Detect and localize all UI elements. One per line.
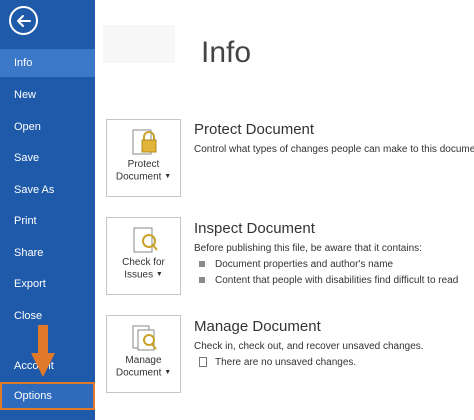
manage-document-icon xyxy=(132,325,157,351)
sidebar-item-export[interactable]: Export xyxy=(0,270,95,298)
dropdown-caret-icon: ▼ xyxy=(164,173,172,180)
document-icon xyxy=(199,357,207,368)
bullet-square-icon xyxy=(199,277,205,284)
dropdown-caret-icon: ▼ xyxy=(164,369,172,376)
inspect-bullet-1: Document properties and author's name xyxy=(199,259,393,270)
sidebar-item-new[interactable]: New xyxy=(0,81,95,109)
dropdown-caret-icon: ▼ xyxy=(155,271,163,278)
inspect-tile-line1: Check for xyxy=(122,257,165,268)
page-title: Info xyxy=(201,36,252,69)
sidebar-item-print[interactable]: Print xyxy=(0,207,95,235)
inspect-document-icon xyxy=(133,227,158,253)
inspect-tile-line2: Issues ▼ xyxy=(124,269,163,281)
lock-document-icon xyxy=(132,129,156,155)
bullet-square-icon xyxy=(199,261,205,268)
sidebar-item-options[interactable]: Options xyxy=(0,382,95,410)
protect-tile-line1: Protect xyxy=(127,159,160,170)
backstage-sidebar: Info New Open Save Save As Print Share E… xyxy=(0,0,95,420)
down-arrow-pointer-icon xyxy=(31,325,55,377)
sidebar-item-save-as[interactable]: Save As xyxy=(0,176,95,204)
ghost-placeholder xyxy=(103,25,175,63)
protect-section-desc: Control what types of changes people can… xyxy=(194,144,474,155)
sidebar-item-share[interactable]: Share xyxy=(0,239,95,267)
info-panel: Info Protect Document ▼ Protect Document… xyxy=(95,0,474,420)
sidebar-item-info[interactable]: Info xyxy=(0,49,95,77)
manage-document-button[interactable]: Manage Document ▼ xyxy=(106,315,181,393)
manage-tile-line1: Manage xyxy=(125,355,162,366)
manage-section-title: Manage Document xyxy=(194,318,321,335)
manage-note: There are no unsaved changes. xyxy=(199,357,356,368)
protect-tile-line2: Document ▼ xyxy=(115,171,172,183)
back-arrow-icon xyxy=(16,14,31,27)
manage-section-desc: Check in, check out, and recover unsaved… xyxy=(194,341,424,352)
check-for-issues-button[interactable]: Check for Issues ▼ xyxy=(106,217,181,295)
sidebar-item-open[interactable]: Open xyxy=(0,113,95,141)
inspect-section-title: Inspect Document xyxy=(194,220,315,237)
protect-section-title: Protect Document xyxy=(194,121,315,138)
inspect-bullet-2: Content that people with disabilities fi… xyxy=(199,275,458,286)
protect-document-button[interactable]: Protect Document ▼ xyxy=(106,119,181,197)
sidebar-item-save[interactable]: Save xyxy=(0,144,95,172)
manage-tile-line2: Document ▼ xyxy=(115,367,172,379)
inspect-section-desc: Before publishing this file, be aware th… xyxy=(194,243,422,254)
back-button[interactable] xyxy=(9,6,38,35)
